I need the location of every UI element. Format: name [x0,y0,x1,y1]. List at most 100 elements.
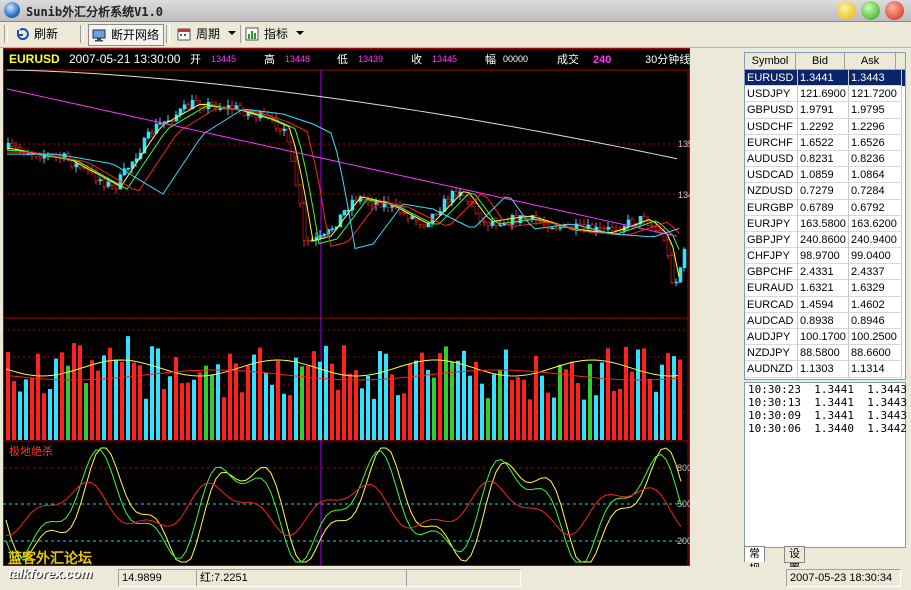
quote-bid: 0.7279 [798,183,849,200]
range-label: 幅 [485,53,496,66]
quote-row[interactable]: EURCHF 1.6522 1.6526 [745,134,905,151]
quote-row[interactable]: USDCHF 1.2292 1.2296 [745,118,905,135]
period-button[interactable]: 周期 [174,24,224,44]
quote-bid: 0.8938 [798,312,849,329]
quote-row[interactable]: GBPCHF 2.4331 2.4337 [745,264,905,281]
quote-ask: 0.7284 [849,183,902,200]
candle-body [194,100,199,106]
quote-row[interactable]: EURUSD 1.3441 1.3443 [745,70,905,87]
volume-bar [348,373,352,440]
quote-row[interactable]: EURAUD 1.6321 1.6329 [745,280,905,297]
volume-bar [534,355,538,440]
quote-row[interactable]: GBPUSD 1.9791 1.9795 [745,102,905,119]
column-header-symbol[interactable]: Symbol [745,53,796,69]
candle-body [490,221,495,226]
disconnect-network-button[interactable]: 断开网络 [88,24,165,46]
quote-row[interactable]: EURCAD 1.4594 1.4602 [745,296,905,313]
quote-row[interactable]: AUDJPY 100.1700 100.2500 [745,329,905,346]
quote-row[interactable]: USDJPY 121.6900 121.7200 [745,86,905,103]
quote-bid: 0.8231 [798,150,849,168]
volume-bar [540,375,544,440]
volume-bar [408,364,412,440]
volume-bar [468,375,472,440]
candle-body [150,131,155,134]
minimize-button[interactable] [837,1,856,20]
period-label: 30分钟线 [645,52,690,66]
tab-settings[interactable]: 设置 [784,546,805,575]
status-datetime: 2007-05-23 18:30:34 [786,569,901,587]
candle-body [598,226,603,229]
volume-bar [54,358,58,440]
quote-row[interactable]: CHFJPY 98.9700 99.0400 [745,248,905,265]
volume-bar [6,351,10,440]
volume-value: 240 [593,54,611,66]
candle-body [182,104,187,110]
quote-ask: 0.6792 [849,199,902,216]
candle-body [630,219,635,226]
chevron-down-icon[interactable] [228,31,236,35]
open-value: 13445 [211,54,236,64]
quote-row[interactable]: AUDNZD 1.1303 1.1314 [745,361,905,378]
quote-row[interactable]: NZDJPY 88.5800 88.6600 [745,345,905,362]
volume-bar [498,369,502,440]
tick-list[interactable]: 10:30:23 1.3441 1.3443 10:30:13 1.3441 1… [744,382,907,548]
volume-bar [654,391,658,440]
window-title: Sunib外汇分析系统V1.0 [26,5,164,19]
candlestick-chart[interactable]: EURUSD 2007-05-21 13:30:00 开 13445 高 134… [3,48,728,566]
volume-bar [642,348,646,440]
volume-bar [396,395,400,440]
moving-averages-group [6,69,680,278]
close-button[interactable] [885,1,904,20]
quote-symbol: EURCAD [745,296,798,313]
refresh-button[interactable]: 刷新 [12,24,62,44]
volume-bar [342,345,346,440]
high-label: 高 [264,52,275,66]
tab-general[interactable]: 常规 [744,546,765,575]
candle-body [234,105,239,110]
right-panel: Symbol Bid Ask EURUSD 1.3441 1.3443 USDJPY 1… [738,48,908,575]
column-header-ask[interactable]: Ask [845,53,896,69]
indicator-button[interactable]: 指标 [242,24,292,44]
quote-row[interactable]: AUDUSD 0.8231 0.8236 [745,150,905,168]
volume-bar [588,363,592,440]
candle-body [546,223,551,229]
candle-body [602,227,607,230]
symbol-label: EURUSD [9,52,60,66]
volume-bar [426,369,430,440]
indicator-chart-icon [245,27,259,41]
tick-row: 10:30:23 1.3441 1.3443 [748,383,907,396]
quote-ask: 1.9795 [849,102,902,119]
volume-bar [504,349,508,440]
volume-bar [486,398,490,440]
candle-body [610,226,615,231]
quote-row[interactable]: EURJPY 163.5800 163.6200 [745,215,905,232]
volume-bar [126,336,130,440]
quote-row[interactable]: USDCAD 1.0859 1.0864 [745,167,905,184]
quote-ask: 0.8236 [849,150,902,168]
volume-bar [162,389,166,440]
volume-bar [264,372,268,440]
quote-row[interactable]: AUDCAD 0.8938 0.8946 [745,312,905,329]
maximize-button[interactable] [861,1,880,20]
chevron-down-icon[interactable] [296,31,304,35]
toolbar-separator [166,25,170,43]
tick-row: 10:30:13 1.3441 1.3443 [748,396,907,409]
volume-bar [366,376,370,440]
volume-bar [612,390,616,440]
candle-body [278,127,283,131]
quote-symbol: EURAUD [745,280,798,297]
quote-row[interactable]: EURGBP 0.6789 0.6792 [745,199,905,216]
quote-row[interactable]: NZDUSD 0.7279 0.7284 [745,183,905,200]
quote-ask: 1.4602 [849,296,902,313]
volume-bar [114,359,118,440]
toolbar: 刷新 断开网络 周期 指标 [0,22,911,48]
quote-table[interactable]: Symbol Bid Ask EURUSD 1.3441 1.3443 USDJPY 1… [744,52,906,380]
volume-bar [84,383,88,440]
volume-bar [96,370,100,440]
chart-panel[interactable]: EURUSD 2007-05-21 13:30:00 开 13445 高 134… [3,48,728,566]
column-header-bid[interactable]: Bid [796,53,845,69]
quote-symbol: AUDUSD [745,150,798,168]
quote-row[interactable]: GBPJPY 240.8600 240.9400 [745,231,905,249]
open-label: 开 [190,54,201,66]
candle-body [422,223,427,228]
